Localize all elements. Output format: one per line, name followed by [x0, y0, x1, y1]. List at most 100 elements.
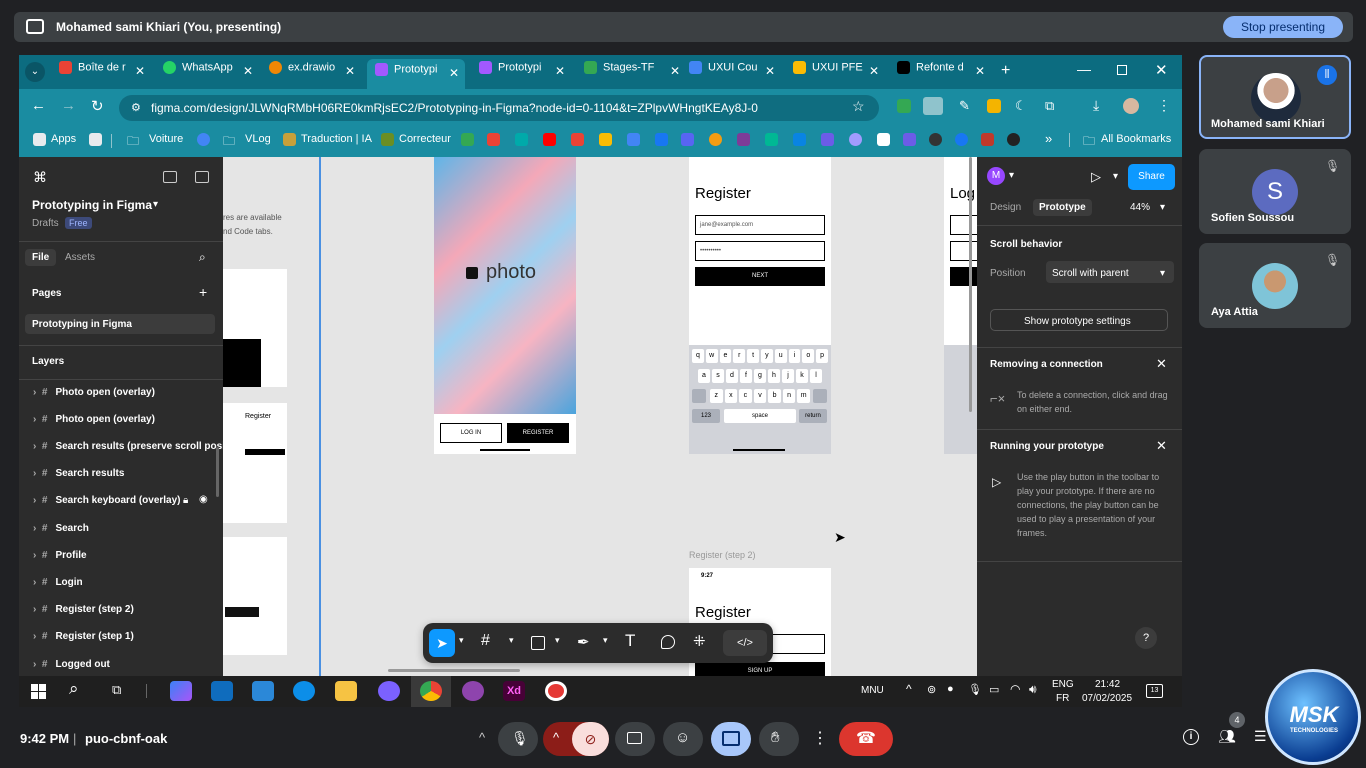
keyboard-key[interactable]: b: [768, 389, 781, 403]
clock-date[interactable]: 07/02/2025: [1082, 693, 1132, 704]
chevron-down-icon[interactable]: ▾: [459, 635, 464, 646]
bookmark-icon[interactable]: [849, 133, 862, 146]
key-space[interactable]: space: [724, 409, 796, 423]
keyboard-key[interactable]: o: [802, 349, 815, 363]
tab-design[interactable]: Design: [990, 202, 1021, 213]
recorder-icon[interactable]: [545, 681, 567, 701]
participant-tile[interactable]: S 🎙︎ Sofien Soussou: [1199, 149, 1351, 234]
layer-item[interactable]: › # Photo open (overlay): [33, 387, 155, 398]
dev-mode-icon[interactable]: </>: [723, 630, 767, 656]
keyboard-key[interactable]: r: [733, 349, 746, 363]
bookmark-voiture[interactable]: Voiture: [149, 133, 183, 145]
tab-gmail[interactable]: Boîte de r ✕: [59, 61, 145, 83]
tab-drawio[interactable]: ex.drawio ✕: [269, 61, 355, 83]
input-field[interactable]: [950, 241, 977, 261]
tab-docs[interactable]: UXUI Cou ✕: [689, 61, 775, 83]
chevron-down-icon[interactable]: ▾: [603, 635, 608, 646]
chrome-icon[interactable]: [420, 681, 442, 701]
stop-presenting-button[interactable]: Stop presenting: [1222, 16, 1343, 38]
horizontal-scrollbar[interactable]: [388, 669, 520, 672]
sidebar-toggle-icon[interactable]: [195, 171, 209, 183]
bookmark-icon[interactable]: [655, 133, 668, 146]
clock-time[interactable]: 21:42: [1095, 679, 1120, 690]
key-123[interactable]: 123: [692, 409, 720, 423]
figma-canvas[interactable]: res are available nd Code tabs. Register…: [223, 157, 977, 676]
button[interactable]: [950, 267, 977, 286]
bookmark-apps[interactable]: Apps: [51, 133, 76, 145]
bookmark-icon[interactable]: [981, 133, 994, 146]
chevron-up-icon[interactable]: ^: [479, 730, 485, 745]
close-icon[interactable]: ✕: [345, 64, 355, 78]
keyboard-key[interactable]: x: [724, 389, 738, 403]
text-tool-icon[interactable]: T: [625, 631, 635, 651]
close-icon[interactable]: ✕: [1156, 438, 1167, 454]
captions-button[interactable]: [615, 722, 655, 756]
figma-menu-icon[interactable]: ⌘: [33, 169, 47, 186]
chevron-up-icon[interactable]: ^: [906, 682, 912, 696]
battery-icon[interactable]: ▭: [989, 683, 999, 696]
next-button[interactable]: NEXT: [695, 267, 825, 286]
layer-item[interactable]: › # Register (step 2): [33, 604, 134, 615]
tab-file[interactable]: File: [25, 249, 57, 266]
share-button[interactable]: Share: [1128, 164, 1175, 190]
comment-tool-icon[interactable]: [661, 635, 675, 649]
more-options-icon[interactable]: ⋮: [812, 728, 828, 748]
notification-icon[interactable]: 13: [1146, 684, 1163, 698]
add-page-icon[interactable]: +: [199, 284, 207, 300]
backspace-key[interactable]: [813, 389, 827, 403]
file-explorer-icon[interactable]: [335, 681, 357, 701]
tray-icon[interactable]: ⊚: [927, 683, 936, 696]
bookmark-icon[interactable]: [709, 133, 722, 146]
info-icon[interactable]: i: [1183, 729, 1199, 745]
people-icon[interactable]: 👥︎: [1218, 728, 1236, 745]
ai-icon[interactable]: [163, 171, 177, 183]
tab-whatsapp[interactable]: WhatsApp ✕: [163, 61, 253, 83]
tab-assets[interactable]: Assets: [65, 252, 95, 263]
signup-button[interactable]: SIGN UP: [695, 662, 825, 676]
chevron-down-icon[interactable]: ▾: [153, 199, 158, 210]
bookmark-icon[interactable]: [515, 133, 528, 146]
bookmark-icon[interactable]: [681, 133, 694, 146]
youtube-icon[interactable]: [543, 133, 556, 146]
chevron-down-icon[interactable]: ▾: [1160, 202, 1165, 213]
moon-icon[interactable]: ☾: [1015, 98, 1027, 114]
grid-icon[interactable]: [89, 133, 102, 146]
tab-search-icon[interactable]: ⌄: [25, 62, 45, 82]
scrollbar[interactable]: [216, 447, 219, 497]
language-label[interactable]: ENG: [1052, 679, 1074, 690]
keyboard-key[interactable]: u: [774, 349, 787, 363]
bookmark-vlog[interactable]: VLog: [245, 133, 271, 145]
bookmark-icon[interactable]: [765, 133, 778, 146]
play-icon[interactable]: ▷: [1091, 169, 1101, 185]
copilot-icon[interactable]: [170, 681, 192, 701]
pen-tool-icon[interactable]: ✒: [577, 633, 590, 651]
menu-kebab-icon[interactable]: ⋮: [1157, 97, 1171, 114]
file-title[interactable]: Prototyping in Figma: [32, 198, 152, 212]
layer-item[interactable]: › # Register (step 1): [33, 631, 134, 642]
app-icon[interactable]: [462, 681, 484, 701]
tab-medium[interactable]: Refonte d ✕: [897, 61, 985, 83]
pin-icon[interactable]: [487, 133, 500, 146]
drive-icon[interactable]: [599, 133, 612, 146]
layer-item[interactable]: › # Login: [33, 577, 83, 588]
wifi-icon[interactable]: ◠: [1010, 682, 1020, 696]
close-icon[interactable]: ✕: [449, 66, 459, 80]
mail-icon[interactable]: [211, 681, 233, 701]
canva-icon[interactable]: [793, 133, 806, 146]
chevron-down-icon[interactable]: ▾: [509, 635, 514, 646]
keyboard-key[interactable]: p: [816, 349, 828, 363]
tab-drive[interactable]: Stages-TF ✕: [584, 61, 680, 83]
window-close-icon[interactable]: ✕: [1155, 61, 1168, 79]
layer-item[interactable]: › # Search: [33, 523, 89, 534]
close-icon[interactable]: ✕: [555, 64, 565, 78]
tray-icon[interactable]: ●: [947, 683, 954, 695]
search-icon[interactable]: ⌕: [69, 679, 79, 699]
camera-off-button[interactable]: ⊘: [572, 722, 609, 756]
close-icon[interactable]: ✕: [1156, 356, 1167, 372]
scrollbar[interactable]: [969, 157, 972, 412]
extension-icon[interactable]: [987, 99, 1001, 113]
keyboard-key[interactable]: y: [761, 349, 773, 363]
register-button[interactable]: REGISTER: [507, 423, 569, 443]
keyboard-key[interactable]: v: [753, 389, 767, 403]
language-label[interactable]: FR: [1056, 693, 1069, 704]
